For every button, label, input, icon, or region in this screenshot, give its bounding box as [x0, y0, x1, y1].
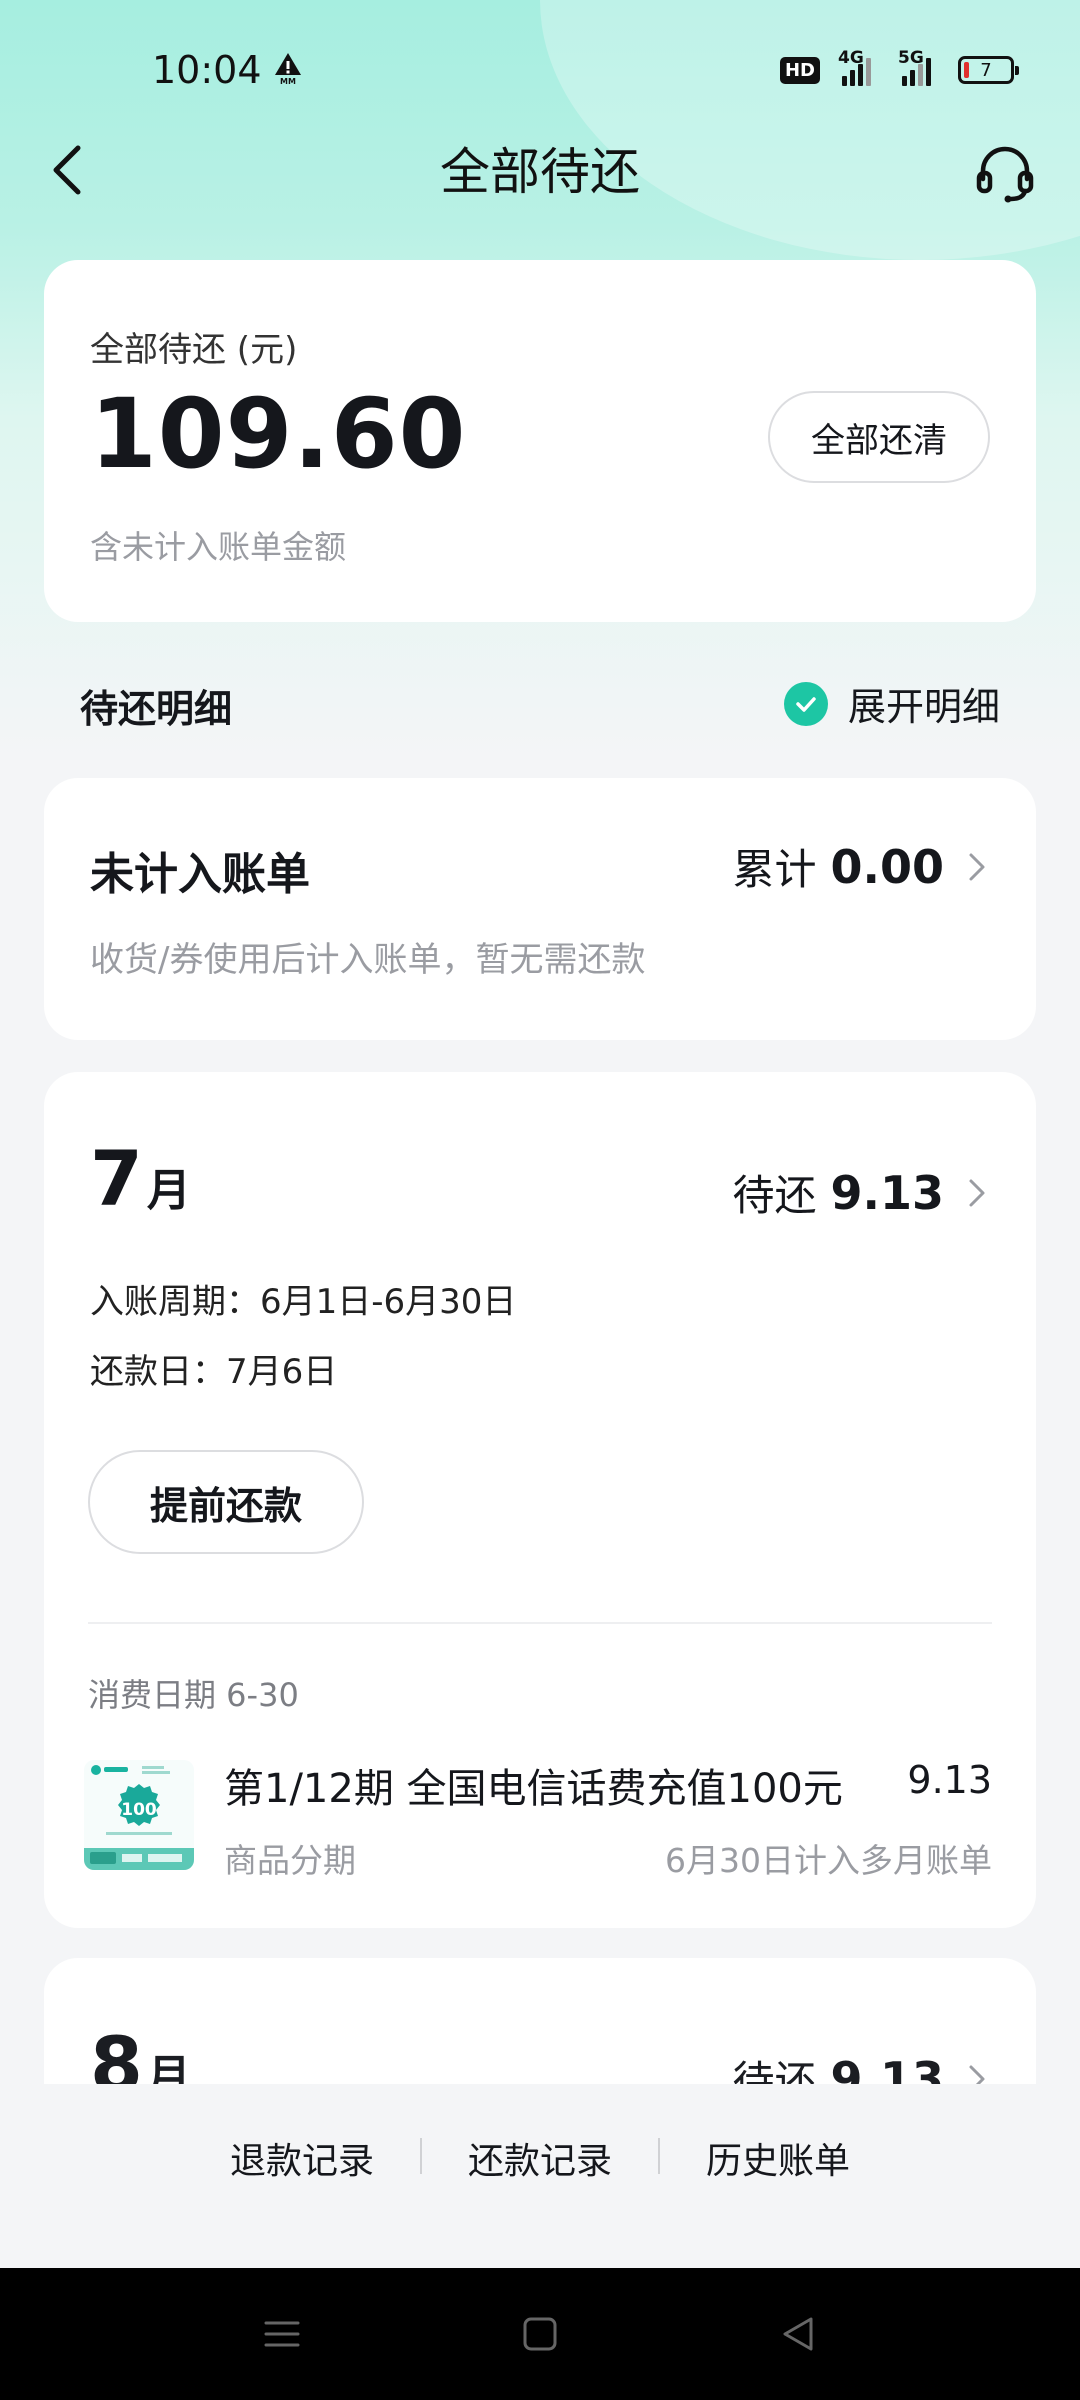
prepay-button[interactable]: 提前还款 [88, 1450, 364, 1554]
billing-period: 入账周期：6月1日-6月30日 [90, 1282, 517, 1322]
home-button[interactable] [512, 2306, 568, 2362]
signal-icon: 4G [838, 48, 880, 86]
warning-icon: MM [272, 50, 304, 86]
divider [88, 1622, 992, 1624]
chevron-right-icon [968, 1176, 990, 1210]
home-square-icon [523, 2317, 557, 2351]
customer-service-button[interactable] [970, 138, 1040, 208]
back-triangle-icon [783, 2317, 813, 2351]
item-note: 6月30日计入多月账单 [665, 1841, 992, 1880]
menu-button[interactable] [254, 2306, 310, 2362]
battery-icon: 7 [958, 56, 1019, 84]
month-number: 7 [90, 1134, 143, 1223]
svg-text:MM: MM [280, 77, 296, 86]
repayment-date: 还款日：7月6日 [90, 1352, 338, 1392]
unbilled-total[interactable]: 累计 0.00 [732, 836, 990, 897]
check-icon [783, 681, 828, 726]
product-thumbnail: 100 [84, 1760, 194, 1870]
month-due-value: 9.13 [830, 1165, 945, 1220]
back-nav-button[interactable] [770, 2306, 826, 2362]
item-type: 商品分期 [224, 1841, 356, 1880]
history-bills-link[interactable]: 历史账单 [660, 2132, 896, 2184]
status-bar: 10:04 MM HD 4G 5G 7 [0, 0, 1080, 140]
unbilled-card[interactable]: 未计入账单 累计 0.00 收货/券使用后计入账单，暂无需还款 [44, 778, 1036, 1040]
status-time: 10:04 [152, 48, 262, 92]
month-title: 7 月 [90, 1134, 191, 1223]
total-due-label: 全部待还 (元) [90, 330, 298, 370]
signal-icon: 5G [898, 48, 940, 86]
total-due-amount: 109.60 [90, 378, 467, 490]
consume-date: 消费日期 6-30 [88, 1676, 299, 1714]
unbilled-title: 未计入账单 [90, 849, 310, 900]
month-due-label: 待还 [732, 1171, 817, 1220]
bottom-links-bar: 退款记录 还款记录 历史账单 [0, 2084, 1080, 2268]
item-name: 第1/12期 全国电信话费充值100元 [224, 1766, 843, 1812]
summary-card: 全部待还 (元) 109.60 含未计入账单金额 全部还清 [44, 260, 1036, 622]
page-title: 全部待还 [440, 143, 640, 201]
bill-item[interactable]: 100 第1/12期 全国电信话费充值100元 9.13 商品分期 6月30日计… [84, 1752, 992, 1882]
headset-icon [976, 146, 1034, 203]
unbilled-total-label: 累计 [732, 845, 817, 894]
menu-icon [264, 2321, 300, 2347]
unbilled-total-value: 0.00 [830, 839, 945, 894]
expand-details-toggle[interactable]: 展开明细 [783, 676, 1000, 731]
expand-details-label: 展开明细 [847, 685, 1000, 729]
month-unit: 月 [146, 1165, 191, 1216]
app-header: 全部待还 [0, 120, 1080, 220]
chevron-right-icon [968, 850, 990, 884]
month-bill-card: 7 月 待还 9.13 入账周期：6月1日-6月30日 还款日：7月6日 提前还… [44, 1072, 1036, 1928]
month-due[interactable]: 待还 9.13 [732, 1162, 990, 1223]
refund-records-link[interactable]: 退款记录 [184, 2132, 420, 2184]
details-section-title: 待还明细 [80, 687, 233, 731]
system-nav-bar [0, 2268, 1080, 2400]
repayment-records-link[interactable]: 还款记录 [422, 2132, 658, 2184]
svg-text:100: 100 [121, 1800, 157, 1820]
hd-badge: HD [779, 56, 820, 84]
pay-all-button[interactable]: 全部还清 [768, 391, 990, 483]
unbilled-description: 收货/券使用后计入账单，暂无需还款 [90, 940, 646, 980]
item-amount: 9.13 [907, 1758, 992, 1802]
total-due-note: 含未计入账单金额 [90, 528, 347, 566]
